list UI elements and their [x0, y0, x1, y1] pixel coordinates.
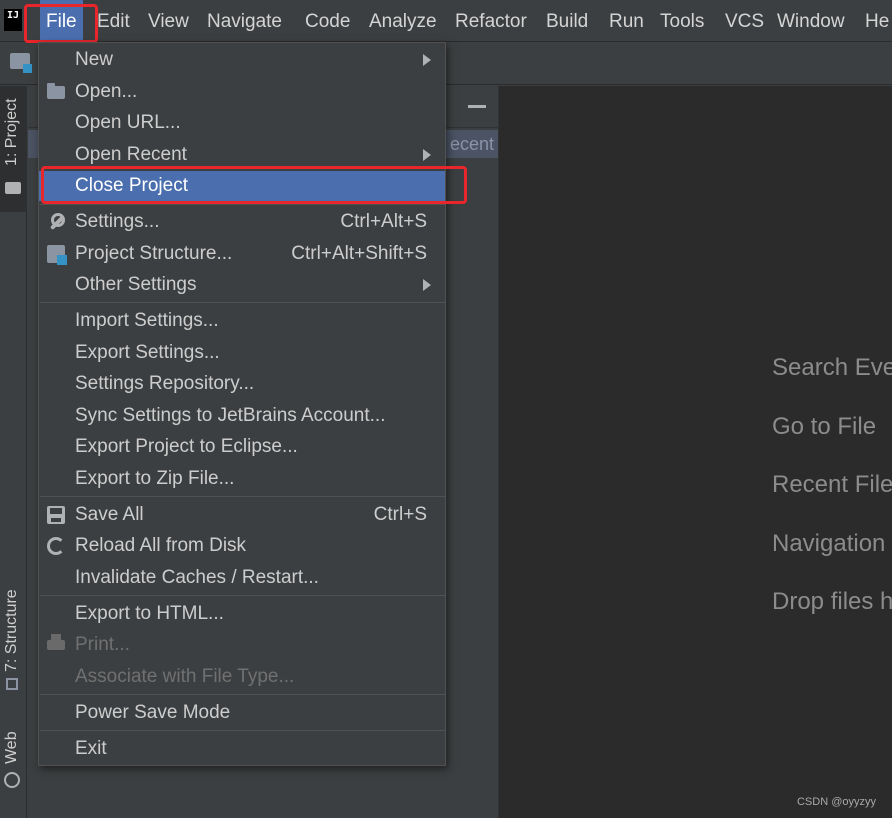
hint-recent-files: Recent File [772, 471, 892, 498]
save-icon [47, 506, 65, 524]
menu-build[interactable]: Build [540, 0, 594, 42]
menu-item-close-project[interactable]: Close Project [39, 171, 445, 201]
menu-separator [40, 694, 445, 695]
menu-vcs[interactable]: VCS [719, 0, 770, 42]
hint-drop-files: Drop files h [772, 588, 892, 615]
recent-label: ecent [450, 134, 495, 154]
menu-item-invalidate-caches[interactable]: Invalidate Caches / Restart... [39, 563, 445, 593]
menu-item-settings[interactable]: Settings... Ctrl+Alt+S [39, 207, 445, 237]
menu-item-import-settings[interactable]: Import Settings... [39, 306, 445, 336]
menu-item-export-html[interactable]: Export to HTML... [39, 599, 445, 629]
hint-search-everywhere: Search Eve [772, 354, 892, 381]
menu-item-save-all[interactable]: Save All Ctrl+S [39, 500, 445, 530]
menu-item-open-recent[interactable]: Open Recent [39, 140, 445, 170]
left-tool-strip: 1: Project 7: Structure Web [0, 86, 27, 818]
menu-item-power-save[interactable]: Power Save Mode [39, 698, 445, 728]
menu-bar: IJ File Edit View Navigate Code Analyze … [0, 0, 892, 42]
menu-item-other-settings[interactable]: Other Settings [39, 270, 445, 300]
hint-go-to-file: Go to File [772, 413, 877, 440]
project-folder-icon[interactable] [10, 53, 32, 73]
submenu-arrow-icon [423, 54, 431, 66]
menu-item-project-structure[interactable]: Project Structure... Ctrl+Alt+Shift+S [39, 239, 445, 269]
submenu-arrow-icon [423, 279, 431, 291]
editor-area: Search Eve Go to File Recent File Naviga… [498, 86, 892, 818]
open-folder-icon [47, 83, 65, 99]
menu-help[interactable]: He [859, 0, 892, 42]
menu-window[interactable]: Window [771, 0, 851, 42]
menu-view[interactable]: View [142, 0, 195, 42]
menu-item-exit[interactable]: Exit [39, 734, 445, 764]
menu-item-export-eclipse[interactable]: Export Project to Eclipse... [39, 432, 445, 462]
project-structure-icon [47, 245, 67, 265]
menu-item-export-zip[interactable]: Export to Zip File... [39, 464, 445, 494]
hint-navigation-bar: Navigation [772, 530, 886, 557]
wrench-icon [47, 213, 65, 231]
menu-tools[interactable]: Tools [654, 0, 710, 42]
reload-icon [47, 537, 65, 555]
menu-item-settings-repository[interactable]: Settings Repository... [39, 369, 445, 399]
folder-icon [5, 182, 21, 194]
menu-file[interactable]: File [40, 0, 83, 42]
tab-structure[interactable]: 7: Structure [0, 578, 27, 698]
structure-icon [6, 678, 18, 690]
menu-edit[interactable]: Edit [91, 0, 136, 42]
file-menu-dropdown: New Open... Open URL... Open Recent Clos… [38, 42, 446, 766]
menu-run[interactable]: Run [603, 0, 650, 42]
menu-separator [40, 730, 445, 731]
tab-project-label: 1: Project [3, 98, 20, 166]
menu-item-open-url[interactable]: Open URL... [39, 108, 445, 138]
tab-project[interactable]: 1: Project [0, 86, 27, 212]
menu-separator [40, 302, 445, 303]
menu-item-reload-all[interactable]: Reload All from Disk [39, 531, 445, 561]
menu-separator [40, 496, 445, 497]
printer-icon [47, 634, 65, 650]
menu-item-sync-settings[interactable]: Sync Settings to JetBrains Account... [39, 401, 445, 431]
tab-web-label: Web [3, 731, 20, 764]
menu-refactor[interactable]: Refactor [449, 0, 533, 42]
submenu-arrow-icon [423, 149, 431, 161]
menu-separator [40, 595, 445, 596]
tab-web[interactable]: Web [0, 722, 27, 802]
intellij-logo-icon: IJ [2, 7, 24, 33]
menu-separator [40, 204, 445, 205]
menu-navigate[interactable]: Navigate [201, 0, 288, 42]
watermark: CSDN @oyyzyy [796, 796, 876, 808]
menu-item-export-settings[interactable]: Export Settings... [39, 338, 445, 368]
menu-item-new[interactable]: New [39, 45, 445, 75]
menu-code[interactable]: Code [299, 0, 356, 42]
minimize-icon[interactable] [468, 105, 486, 108]
tab-structure-label: 7: Structure [3, 589, 20, 672]
menu-item-associate-file-type: Associate with File Type... [75, 666, 295, 687]
globe-icon [4, 772, 20, 788]
menu-item-print: Print... [39, 630, 445, 660]
menu-analyze[interactable]: Analyze [363, 0, 443, 42]
menu-item-open[interactable]: Open... [39, 77, 445, 107]
